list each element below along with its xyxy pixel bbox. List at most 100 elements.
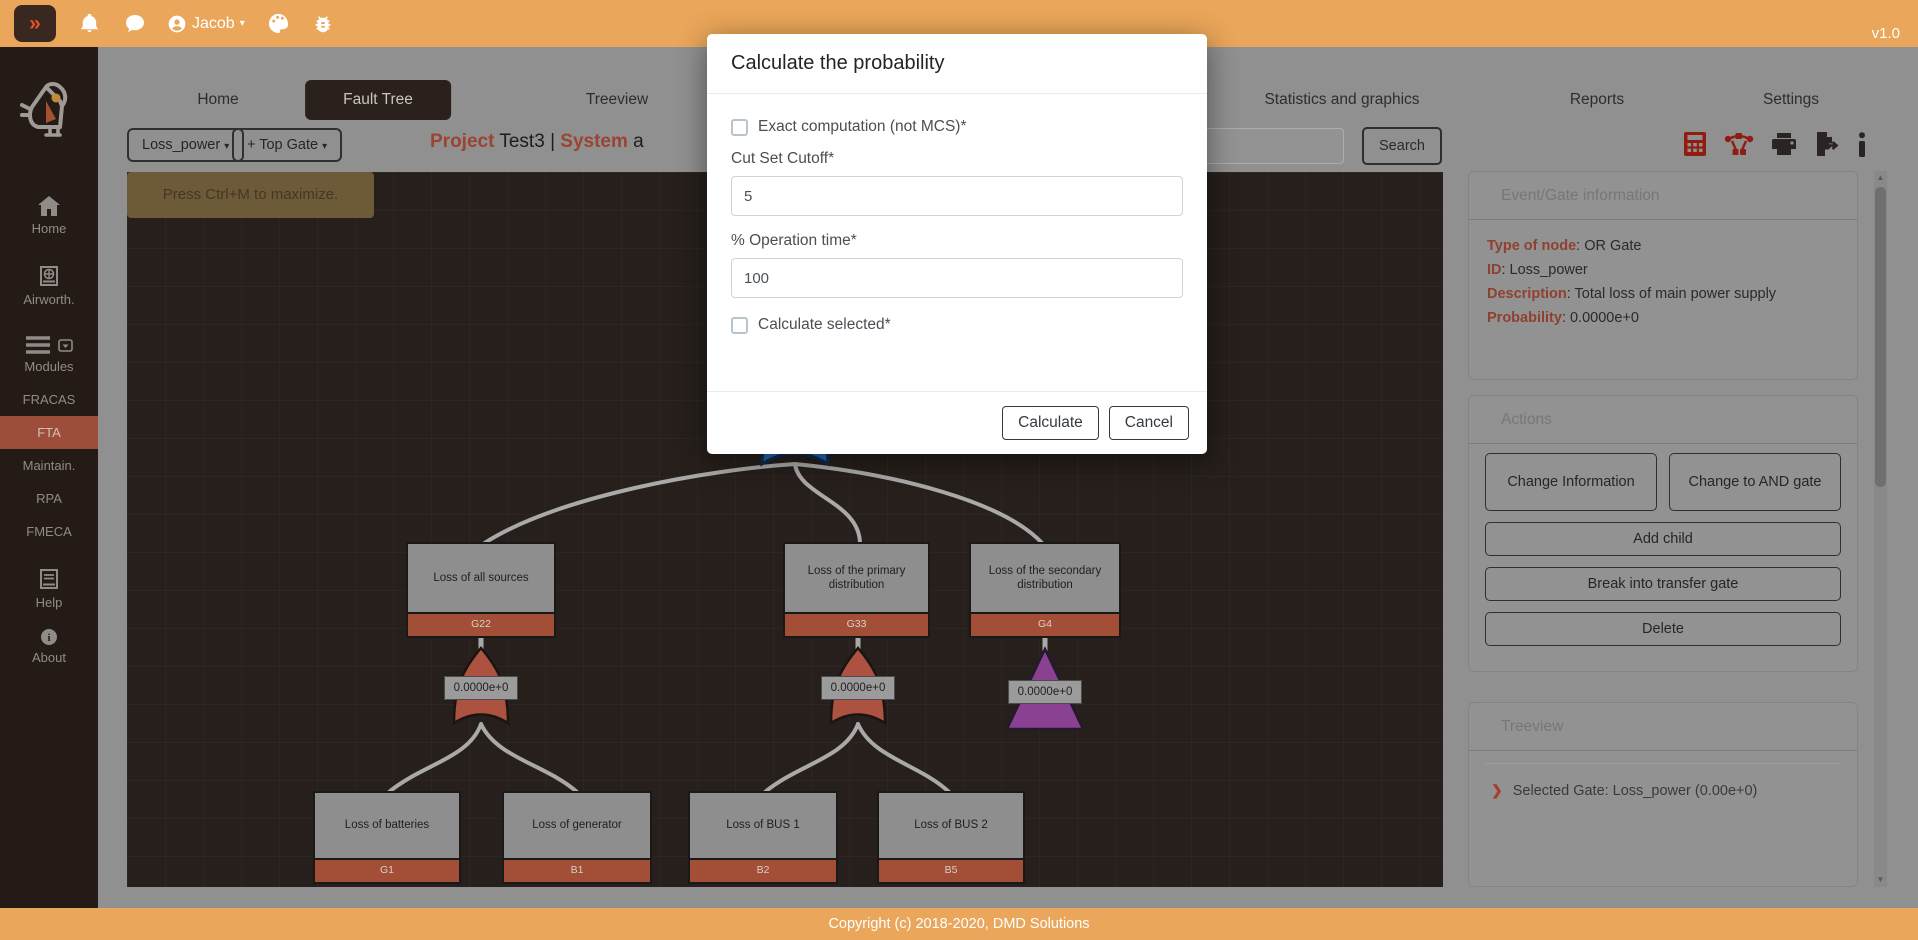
scroll-up-arrow[interactable]: ▲ bbox=[1874, 171, 1887, 185]
tree-node-label: Loss of the secondary distribution bbox=[969, 542, 1121, 614]
tree-node-id: G4 bbox=[969, 614, 1121, 638]
tree-node-label: Loss of BUS 2 bbox=[877, 791, 1025, 860]
scroll-down-arrow[interactable]: ▼ bbox=[1874, 873, 1887, 887]
sidebar: Home Airworth. Modules FRACAS FTA Mainta… bbox=[0, 47, 98, 908]
tree-node-b5[interactable]: Loss of BUS 2 B5 bbox=[877, 791, 1025, 884]
bug-report-icon[interactable] bbox=[312, 13, 334, 35]
tree-node-label: Loss of generator bbox=[502, 791, 652, 860]
card-header: Treeview bbox=[1469, 703, 1857, 751]
tree-node-label: Loss of all sources bbox=[406, 542, 556, 614]
sidebar-item-airworthiness[interactable]: Airworth. bbox=[0, 255, 98, 316]
cut-set-cutoff-input[interactable] bbox=[731, 176, 1183, 216]
tree-node-g4[interactable]: Loss of the secondary distribution G4 bbox=[969, 542, 1121, 638]
tree-node-label: Loss of BUS 1 bbox=[688, 791, 838, 860]
add-top-gate-dropdown[interactable]: + Top Gate ▾ bbox=[232, 128, 342, 162]
delete-button[interactable]: Delete bbox=[1485, 612, 1841, 646]
user-menu[interactable]: Jacob ▾ bbox=[167, 14, 245, 34]
change-to-and-gate-button[interactable]: Change to AND gate bbox=[1669, 453, 1841, 511]
export-file-icon[interactable] bbox=[1814, 131, 1840, 157]
user-name: Jacob bbox=[192, 15, 235, 33]
page-title: Project Test3 | System a bbox=[430, 131, 644, 153]
treeview-selected-gate[interactable]: ❯ Selected Gate: Loss_power (0.00e+0) bbox=[1469, 764, 1857, 799]
tree-node-b2[interactable]: Loss of BUS 1 B2 bbox=[688, 791, 838, 884]
maximize-hint-tooltip: Press Ctrl+M to maximize. bbox=[127, 172, 374, 218]
sidebar-collapse-button[interactable]: » bbox=[14, 5, 56, 42]
tab-treeview[interactable]: Treeview bbox=[586, 80, 648, 120]
sidebar-item-about[interactable]: i About bbox=[0, 619, 98, 674]
menu-icon bbox=[25, 335, 51, 355]
event-gate-info-body: Type of node: OR Gate ID: Loss_power Des… bbox=[1469, 220, 1857, 344]
book-globe-icon bbox=[37, 264, 61, 288]
tab-statistics-and-graphics[interactable]: Statistics and graphics bbox=[1264, 80, 1419, 120]
cut-set-cutoff-label: Cut Set Cutoff* bbox=[731, 150, 1183, 168]
theme-palette-icon[interactable] bbox=[267, 12, 290, 35]
tree-node-g22[interactable]: Loss of all sources G22 bbox=[406, 542, 556, 638]
tree-node-id: G33 bbox=[783, 614, 930, 638]
home-icon bbox=[37, 195, 61, 217]
sidebar-item-fta[interactable]: FTA bbox=[0, 416, 98, 449]
tab-settings[interactable]: Settings bbox=[1763, 80, 1819, 120]
tree-node-id: G1 bbox=[313, 860, 461, 884]
actions-card: Actions Change Information Change to AND… bbox=[1468, 395, 1858, 672]
exact-computation-checkbox-row[interactable]: Exact computation (not MCS)* bbox=[731, 118, 1183, 136]
cancel-button[interactable]: Cancel bbox=[1109, 406, 1189, 440]
sidebar-item-help[interactable]: Help bbox=[0, 558, 98, 619]
tree-node-id: G22 bbox=[406, 614, 556, 638]
app-window: » Jacob ▾ v1.0 bbox=[0, 0, 1918, 940]
calculator-icon[interactable] bbox=[1683, 131, 1707, 157]
chevron-down-icon: ▾ bbox=[224, 141, 229, 152]
tree-node-id: B5 bbox=[877, 860, 1025, 884]
id-row: ID: Loss_power bbox=[1487, 258, 1839, 282]
sidebar-item-modules[interactable]: Modules bbox=[0, 326, 98, 383]
bell-icon[interactable] bbox=[78, 12, 101, 35]
sidebar-item-fmeca[interactable]: FMECA bbox=[0, 515, 98, 548]
modal-title: Calculate the probability bbox=[707, 34, 1207, 94]
tree-node-b1[interactable]: Loss of generator B1 bbox=[502, 791, 652, 884]
probability-row: Probability: 0.0000e+0 bbox=[1487, 306, 1839, 330]
treeview-card: Treeview ❯ Selected Gate: Loss_power (0.… bbox=[1468, 702, 1858, 887]
sidebar-item-rpa[interactable]: RPA bbox=[0, 482, 98, 515]
tree-node-label: Loss of the primary distribution bbox=[783, 542, 930, 614]
calculate-selected-checkbox[interactable] bbox=[731, 317, 748, 334]
gate-probability-chip[interactable]: 0.0000e+0 bbox=[444, 676, 518, 700]
chat-icon[interactable] bbox=[123, 12, 147, 36]
tab-fault-tree[interactable]: Fault Tree bbox=[305, 80, 451, 120]
copyright-text: Copyright (c) 2018-2020, DMD Solutions bbox=[828, 916, 1089, 932]
operation-time-input[interactable] bbox=[731, 258, 1183, 298]
card-header: Actions bbox=[1469, 396, 1857, 444]
tree-node-label: Loss of batteries bbox=[313, 791, 461, 860]
dropdown-box-icon bbox=[58, 339, 73, 352]
panel-scrollbar[interactable]: ▲ ▼ bbox=[1874, 171, 1887, 887]
add-child-button[interactable]: Add child bbox=[1485, 522, 1841, 556]
gate-select-dropdown[interactable]: Loss_power ▾ bbox=[127, 128, 244, 162]
tree-node-id: B1 bbox=[502, 860, 652, 884]
tree-node-g33[interactable]: Loss of the primary distribution G33 bbox=[783, 542, 930, 638]
tab-reports[interactable]: Reports bbox=[1570, 80, 1624, 120]
calculate-selected-checkbox-row[interactable]: Calculate selected* bbox=[731, 316, 1183, 334]
info-icon[interactable] bbox=[1857, 132, 1867, 157]
gate-probability-chip[interactable]: 0.0000e+0 bbox=[1008, 680, 1082, 704]
sidebar-item-fracas[interactable]: FRACAS bbox=[0, 383, 98, 416]
chevron-down-icon: ▾ bbox=[322, 141, 327, 152]
tab-home[interactable]: Home bbox=[197, 80, 238, 120]
scrollbar-thumb[interactable] bbox=[1875, 187, 1886, 487]
gate-probability-chip[interactable]: 0.0000e+0 bbox=[821, 676, 895, 700]
app-logo-bird-icon bbox=[16, 75, 82, 146]
change-information-button[interactable]: Change Information bbox=[1485, 453, 1657, 511]
tree-node-g1[interactable]: Loss of batteries G1 bbox=[313, 791, 461, 884]
tree-node-id: B2 bbox=[688, 860, 838, 884]
user-icon bbox=[167, 14, 187, 34]
printer-icon[interactable] bbox=[1771, 132, 1797, 156]
footer: Copyright (c) 2018-2020, DMD Solutions bbox=[0, 908, 1918, 940]
help-book-icon bbox=[37, 567, 61, 591]
fta-toolbar-icons bbox=[1683, 131, 1867, 157]
sidebar-item-home[interactable]: Home bbox=[0, 186, 98, 245]
fault-tree-diagram-icon[interactable] bbox=[1724, 132, 1754, 157]
search-button[interactable]: Search bbox=[1362, 127, 1442, 165]
calculate-button[interactable]: Calculate bbox=[1002, 406, 1099, 440]
exact-computation-checkbox[interactable] bbox=[731, 119, 748, 136]
break-into-transfer-gate-button[interactable]: Break into transfer gate bbox=[1485, 567, 1841, 601]
sidebar-item-maintain[interactable]: Maintain. bbox=[0, 449, 98, 482]
description-row: Description: Total loss of main power su… bbox=[1487, 282, 1839, 306]
app-version: v1.0 bbox=[1872, 25, 1900, 42]
